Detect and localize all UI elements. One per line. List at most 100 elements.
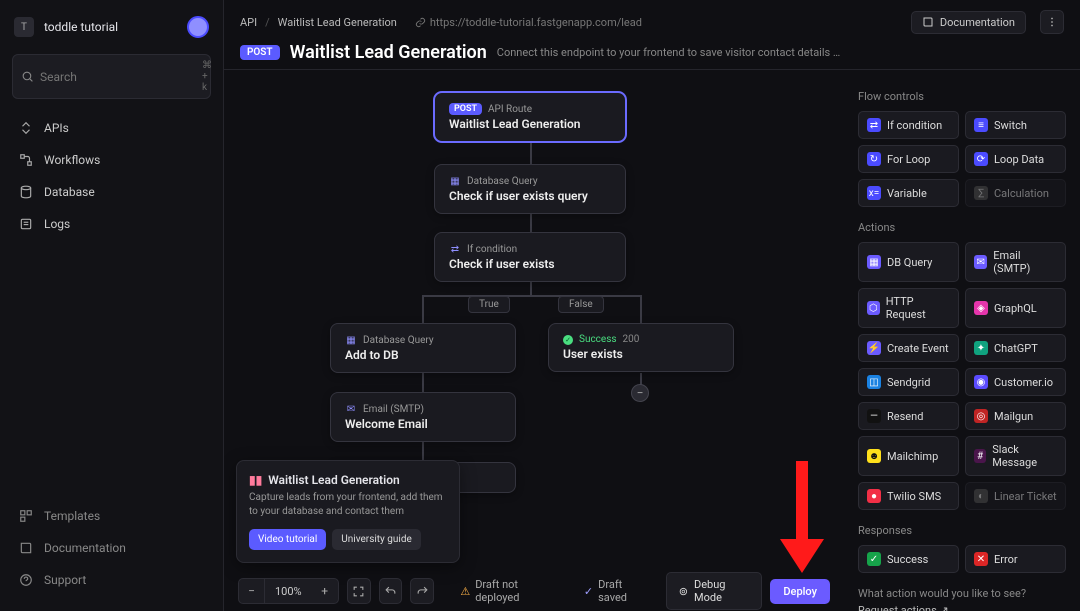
search-input-wrapper[interactable]: ⌘ + k <box>12 54 211 99</box>
fit-view-button[interactable] <box>347 578 371 604</box>
draft-not-deployed-status: ⚠Draft not deployed <box>450 578 566 604</box>
deploy-button[interactable]: Deploy <box>770 579 830 604</box>
error-icon: ✕ <box>974 552 988 566</box>
edge <box>422 295 424 325</box>
pal-calculation[interactable]: ∑Calculation <box>965 179 1066 207</box>
university-guide-button[interactable]: University guide <box>332 529 421 550</box>
breadcrumb: API / Waitlist Lead Generation https://t… <box>240 10 1064 34</box>
customerio-icon: ◉ <box>974 375 988 389</box>
add-node-handle[interactable]: − <box>631 384 649 402</box>
pal-for-loop[interactable]: ↻For Loop <box>858 145 959 173</box>
pal-error-response[interactable]: ✕Error <box>965 545 1066 573</box>
pal-chatgpt[interactable]: ✦ChatGPT <box>965 334 1066 362</box>
documentation-button[interactable]: Documentation <box>911 11 1026 34</box>
annotation-arrow <box>774 455 830 575</box>
pal-success-response[interactable]: ✓Success <box>858 545 959 573</box>
sidebar: T toddle tutorial ⌘ + k APIs Workflows D… <box>0 0 224 611</box>
node-title: Welcome Email <box>345 417 501 431</box>
nav-documentation[interactable]: Documentation <box>8 533 215 563</box>
pal-mailgun[interactable]: ◎Mailgun <box>965 402 1066 430</box>
pal-graphql[interactable]: ◈GraphQL <box>965 288 1066 328</box>
pal-email-smtp[interactable]: ✉Email (SMTP) <box>965 242 1066 282</box>
undo-button[interactable] <box>379 578 403 604</box>
zoom-in-button[interactable]: + <box>312 578 338 604</box>
pal-twilio[interactable]: ●Twilio SMS <box>858 482 959 510</box>
avatar[interactable] <box>187 16 209 38</box>
nav-templates[interactable]: Templates <box>8 501 215 531</box>
node-if-condition[interactable]: ⇄If condition Check if user exists <box>434 232 626 282</box>
node-api-route[interactable]: POSTAPI Route Waitlist Lead Generation <box>434 92 626 142</box>
pal-slack[interactable]: #Slack Message <box>965 436 1066 476</box>
video-tutorial-button[interactable]: Video tutorial <box>249 529 326 550</box>
event-icon: ⚡ <box>867 341 881 355</box>
database-icon: ▦ <box>449 175 461 187</box>
pal-variable[interactable]: x=Variable <box>858 179 959 207</box>
crumb-flow[interactable]: Waitlist Lead Generation <box>278 16 397 29</box>
nav-apis[interactable]: APIs <box>8 113 215 143</box>
method-pill: POST <box>240 45 280 60</box>
resend-icon: — <box>867 409 881 423</box>
zoom-value: 100% <box>265 585 312 598</box>
mail-icon: ✉ <box>345 403 357 415</box>
warning-icon: ⚠ <box>460 585 470 598</box>
pal-linear[interactable]: ◐Linear Ticket <box>965 482 1066 510</box>
link-icon <box>415 17 426 28</box>
pal-http-request[interactable]: ⬡HTTP Request <box>858 288 959 328</box>
loop-data-icon: ⟳ <box>974 152 988 166</box>
nav-label: Logs <box>44 217 70 231</box>
node-welcome-email[interactable]: ✉Email (SMTP) Welcome Email <box>330 392 516 442</box>
request-actions-link[interactable]: Request actions ↗ <box>858 604 949 611</box>
pal-resend[interactable]: —Resend <box>858 402 959 430</box>
pal-create-event[interactable]: ⚡Create Event <box>858 334 959 362</box>
pal-db-query[interactable]: ▦DB Query <box>858 242 959 282</box>
mailchimp-icon: ☻ <box>867 449 881 463</box>
plug-icon <box>18 120 34 136</box>
twilio-icon: ● <box>867 489 881 503</box>
node-title: Add to DB <box>345 348 501 362</box>
graphql-icon: ◈ <box>974 301 988 315</box>
debug-mode-button[interactable]: ⊚Debug Mode <box>666 572 763 610</box>
edge <box>422 295 640 297</box>
nav-workflows[interactable]: Workflows <box>8 145 215 175</box>
redo-button[interactable] <box>410 578 434 604</box>
workspace-switcher[interactable]: T toddle tutorial <box>0 10 223 44</box>
dots-vertical-icon <box>1046 16 1058 28</box>
crumb-api[interactable]: API <box>240 16 257 29</box>
mail-icon: ✉ <box>974 255 987 269</box>
palette-section-head: Flow controls <box>858 90 1066 103</box>
pal-mailchimp[interactable]: ☻Mailchimp <box>858 436 959 476</box>
zoom-out-button[interactable]: − <box>239 578 265 604</box>
nav-support[interactable]: Support <box>8 565 215 595</box>
palette-section-head: Actions <box>858 221 1066 234</box>
edge <box>640 295 642 325</box>
chart-icon: ▮▮ <box>249 473 262 487</box>
nav-label: Database <box>44 185 95 199</box>
node-db-query-check[interactable]: ▦Database Query Check if user exists que… <box>434 164 626 214</box>
palette-prompt: What action would you like to see? <box>858 587 1066 600</box>
logs-icon <box>18 216 34 232</box>
search-input[interactable] <box>40 70 196 84</box>
http-icon: ⬡ <box>867 301 880 315</box>
endpoint-url[interactable]: https://toddle-tutorial.fastgenapp.com/l… <box>415 16 642 29</box>
database-icon <box>18 184 34 200</box>
nav-database[interactable]: Database <box>8 177 215 207</box>
flow-canvas[interactable]: POSTAPI Route Waitlist Lead Generation ▦… <box>224 70 844 611</box>
node-user-exists[interactable]: ✓Success200 User exists <box>548 323 734 372</box>
workspace-badge: T <box>14 17 34 37</box>
main: API / Waitlist Lead Generation https://t… <box>224 0 1080 611</box>
success-icon: ✓ <box>563 335 573 345</box>
pal-if-condition[interactable]: ⇄If condition <box>858 111 959 139</box>
pal-switch[interactable]: ≡Switch <box>965 111 1066 139</box>
chatgpt-icon: ✦ <box>974 341 988 355</box>
pal-loop-data[interactable]: ⟳Loop Data <box>965 145 1066 173</box>
book-icon <box>18 540 34 556</box>
node-title: User exists <box>563 347 719 361</box>
slack-icon: # <box>974 449 986 463</box>
pal-sendgrid[interactable]: ◫Sendgrid <box>858 368 959 396</box>
zoom-controls: − 100% + <box>238 578 339 604</box>
more-button[interactable] <box>1040 10 1064 34</box>
nav-label: Templates <box>44 509 100 523</box>
nav-logs[interactable]: Logs <box>8 209 215 239</box>
node-add-to-db[interactable]: ▦Database Query Add to DB <box>330 323 516 373</box>
pal-customerio[interactable]: ◉Customer.io <box>965 368 1066 396</box>
